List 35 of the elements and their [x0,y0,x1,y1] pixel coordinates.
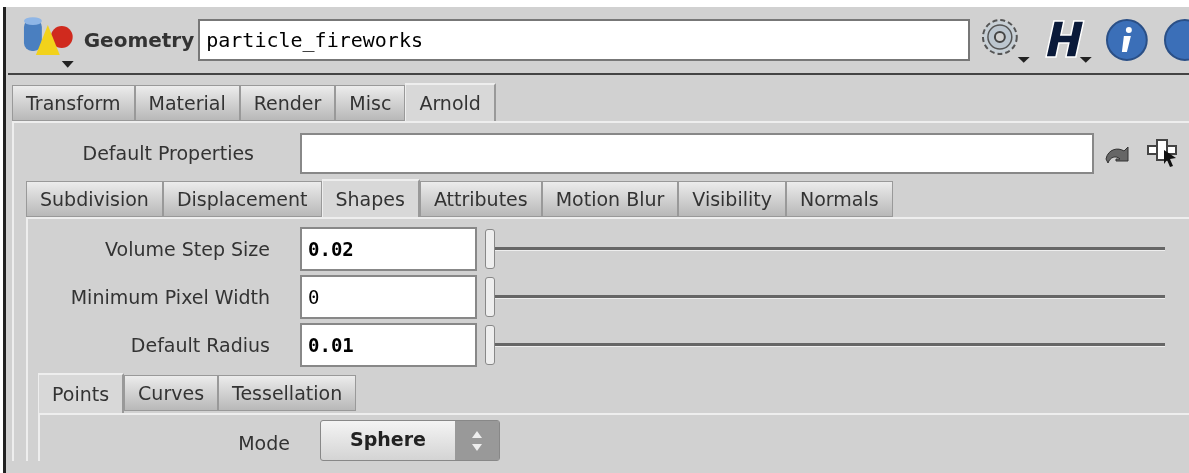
parameter-label: Volume Step Size [104,236,270,262]
tab[interactable]: Shapes [321,179,420,217]
parameter-label: Minimum Pixel Width [69,284,270,310]
slider-thumb[interactable] [485,229,495,269]
node-type-label: Geometry [83,27,195,54]
tab[interactable]: Displacement [162,181,322,217]
tab[interactable]: Motion Blur [541,181,679,217]
tab[interactable]: Transform [12,85,135,121]
mode-dropdown[interactable]: Sphere [320,420,500,461]
tab[interactable]: Points [38,373,125,413]
slider-track[interactable] [485,275,1165,319]
slider-track[interactable] [485,227,1165,271]
value-field[interactable]: 0 [300,275,477,319]
spinner-icon [455,421,499,460]
slider-thumb[interactable] [485,277,495,317]
node-name-field[interactable]: particle_fireworks [198,19,970,61]
tab[interactable]: Material [134,85,240,121]
field-label: Default Properties [81,140,254,166]
value-field[interactable]: 0.01 [300,323,477,367]
tab[interactable]: Misc [335,85,406,121]
tab[interactable]: Tessellation [218,375,357,411]
slider-track[interactable] [485,323,1165,367]
slider-thumb[interactable] [485,325,495,365]
default-properties-field[interactable] [300,132,1094,174]
tab[interactable]: Render [239,85,336,121]
pointer-icon[interactable] [1146,138,1180,168]
tab[interactable]: Attributes [419,181,542,217]
tab[interactable]: Subdivision [26,181,163,217]
value-field[interactable]: 0.02 [300,227,477,271]
tab[interactable]: Normals [785,181,893,217]
mode-label: Mode [237,431,290,456]
tab[interactable]: Arnold [405,83,496,121]
tab[interactable]: Visibility [678,181,786,217]
tab[interactable]: Curves [124,375,219,411]
parameter-label: Default Radius [129,332,270,358]
